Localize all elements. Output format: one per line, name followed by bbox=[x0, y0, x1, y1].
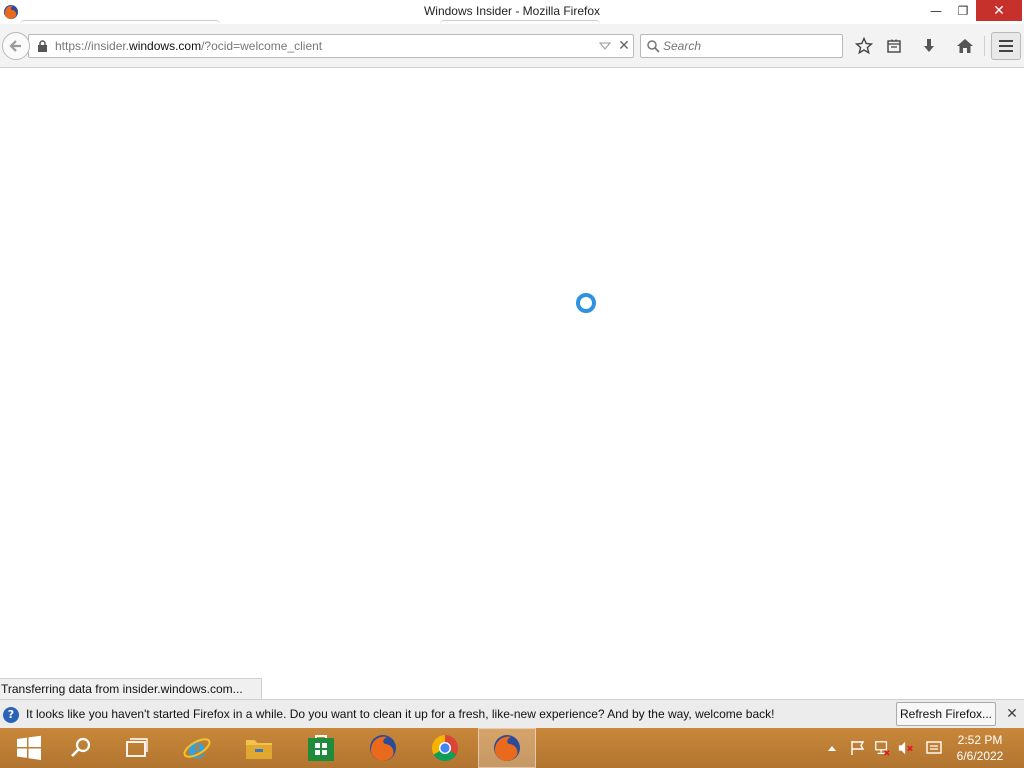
task-view-button[interactable] bbox=[108, 728, 166, 768]
search-input[interactable] bbox=[663, 38, 838, 54]
url-text[interactable]: https://insider.windows.com/?ocid=welcom… bbox=[55, 39, 322, 53]
task-view-icon bbox=[126, 738, 148, 757]
firefox-icon bbox=[370, 735, 396, 761]
back-arrow-icon bbox=[9, 40, 21, 52]
minimize-button[interactable]: — bbox=[922, 0, 950, 21]
chrome-icon bbox=[431, 734, 458, 762]
store-icon bbox=[308, 735, 334, 761]
search-icon bbox=[71, 737, 91, 757]
refresh-firefox-button[interactable]: Refresh Firefox... bbox=[896, 702, 996, 726]
file-explorer-icon bbox=[246, 740, 272, 759]
close-button[interactable]: ✕ bbox=[976, 0, 1022, 21]
notifications-icon[interactable] bbox=[926, 740, 942, 756]
navigation-toolbar: https://insider.windows.com/?ocid=welcom… bbox=[0, 24, 1024, 68]
title-bar: Windows Insider - Mozilla Firefox — ❐ ✕ bbox=[0, 0, 1024, 24]
restore-button[interactable]: ❐ bbox=[950, 0, 976, 21]
network-icon[interactable] bbox=[874, 740, 890, 756]
volume-muted-icon[interactable] bbox=[898, 740, 914, 756]
window-title: Windows Insider - Mozilla Firefox bbox=[423, 4, 601, 18]
store-button[interactable] bbox=[292, 728, 350, 768]
screen: Windows Insider - Mozilla Firefox — ❐ ✕ … bbox=[0, 0, 1024, 768]
hamburger-menu-icon bbox=[999, 40, 1013, 52]
show-hidden-icons-icon[interactable] bbox=[824, 740, 840, 756]
url-host: windows.com bbox=[129, 39, 202, 53]
notification-bar: ? It looks like you haven't started Fire… bbox=[0, 699, 1024, 728]
firefox-icon bbox=[494, 735, 520, 761]
url-prefix: https://insider. bbox=[55, 39, 130, 53]
search-icon bbox=[647, 40, 660, 53]
bookmarks-menu-icon[interactable] bbox=[884, 36, 904, 56]
clock-date: 6/6/2022 bbox=[956, 749, 1004, 763]
clock-time: 2:52 PM bbox=[957, 733, 1003, 747]
home-icon[interactable] bbox=[955, 36, 975, 56]
chrome-taskbar-button[interactable] bbox=[416, 728, 474, 768]
action-center-flag-icon[interactable] bbox=[850, 740, 866, 756]
start-icon bbox=[17, 735, 41, 760]
firefox-taskbar-button[interactable] bbox=[354, 728, 412, 768]
search-bar[interactable] bbox=[640, 34, 843, 58]
internet-explorer-icon: e bbox=[183, 733, 211, 763]
system-clock[interactable]: 2:52 PM 6/6/2022 bbox=[950, 732, 1010, 764]
page-content bbox=[0, 68, 1024, 700]
firefox-active-taskbar-button[interactable] bbox=[478, 728, 536, 768]
svg-text:e: e bbox=[188, 733, 206, 763]
file-explorer-button[interactable] bbox=[230, 728, 288, 768]
close-icon[interactable]: ✕ bbox=[1004, 706, 1020, 722]
taskbar-search-button[interactable] bbox=[52, 728, 110, 768]
stop-icon[interactable]: ✕ bbox=[616, 38, 632, 54]
internet-explorer-button[interactable]: e bbox=[168, 728, 226, 768]
lock-icon bbox=[38, 40, 47, 52]
start-button[interactable] bbox=[0, 728, 58, 768]
menu-button[interactable] bbox=[991, 32, 1021, 60]
taskbar: e 2:52 PM 6/6/2022 bbox=[0, 728, 1024, 768]
info-icon: ? bbox=[3, 707, 19, 723]
download-icon[interactable] bbox=[919, 36, 939, 56]
toolbar-separator bbox=[984, 36, 985, 56]
url-bar[interactable]: https://insider.windows.com/?ocid=welcom… bbox=[28, 34, 634, 58]
back-button[interactable] bbox=[2, 32, 30, 60]
status-text: Transferring data from insider.windows.c… bbox=[0, 678, 262, 699]
loading-spinner-icon bbox=[576, 293, 596, 313]
notification-message: It looks like you haven't started Firefo… bbox=[26, 707, 775, 721]
url-suffix: /?ocid=welcome_client bbox=[201, 39, 323, 53]
bookmark-star-icon[interactable] bbox=[854, 36, 874, 56]
dropdown-arrow-icon[interactable] bbox=[599, 41, 611, 51]
